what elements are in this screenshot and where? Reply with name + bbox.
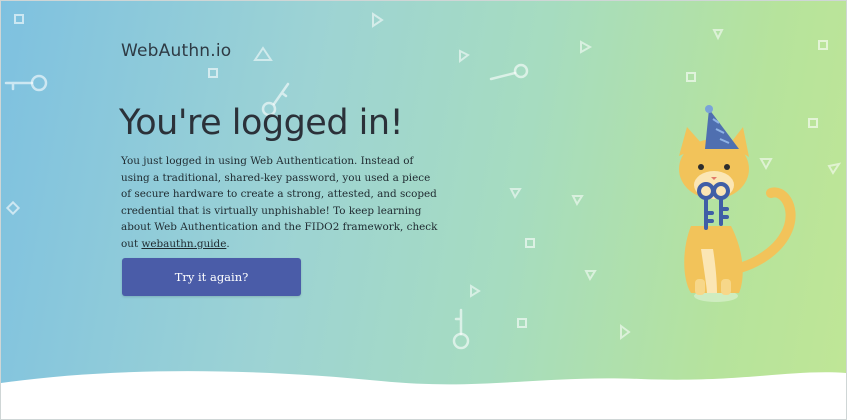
site-logo[interactable]: WebAuthn.io [121,41,231,61]
description-end: . [226,237,230,250]
bottom-wave [1,371,846,419]
try-again-button[interactable]: Try it again? [122,258,301,296]
description-text: You just logged in using Web Authenticat… [121,155,438,250]
description-paragraph: You just logged in using Web Authenticat… [121,153,441,253]
cat-with-keys-icon [679,105,796,302]
page: WebAuthn.io You're logged in! You just l… [0,0,847,420]
page-title: You're logged in! [119,103,404,143]
webauthn-guide-link[interactable]: webauthn.guide [141,238,226,250]
